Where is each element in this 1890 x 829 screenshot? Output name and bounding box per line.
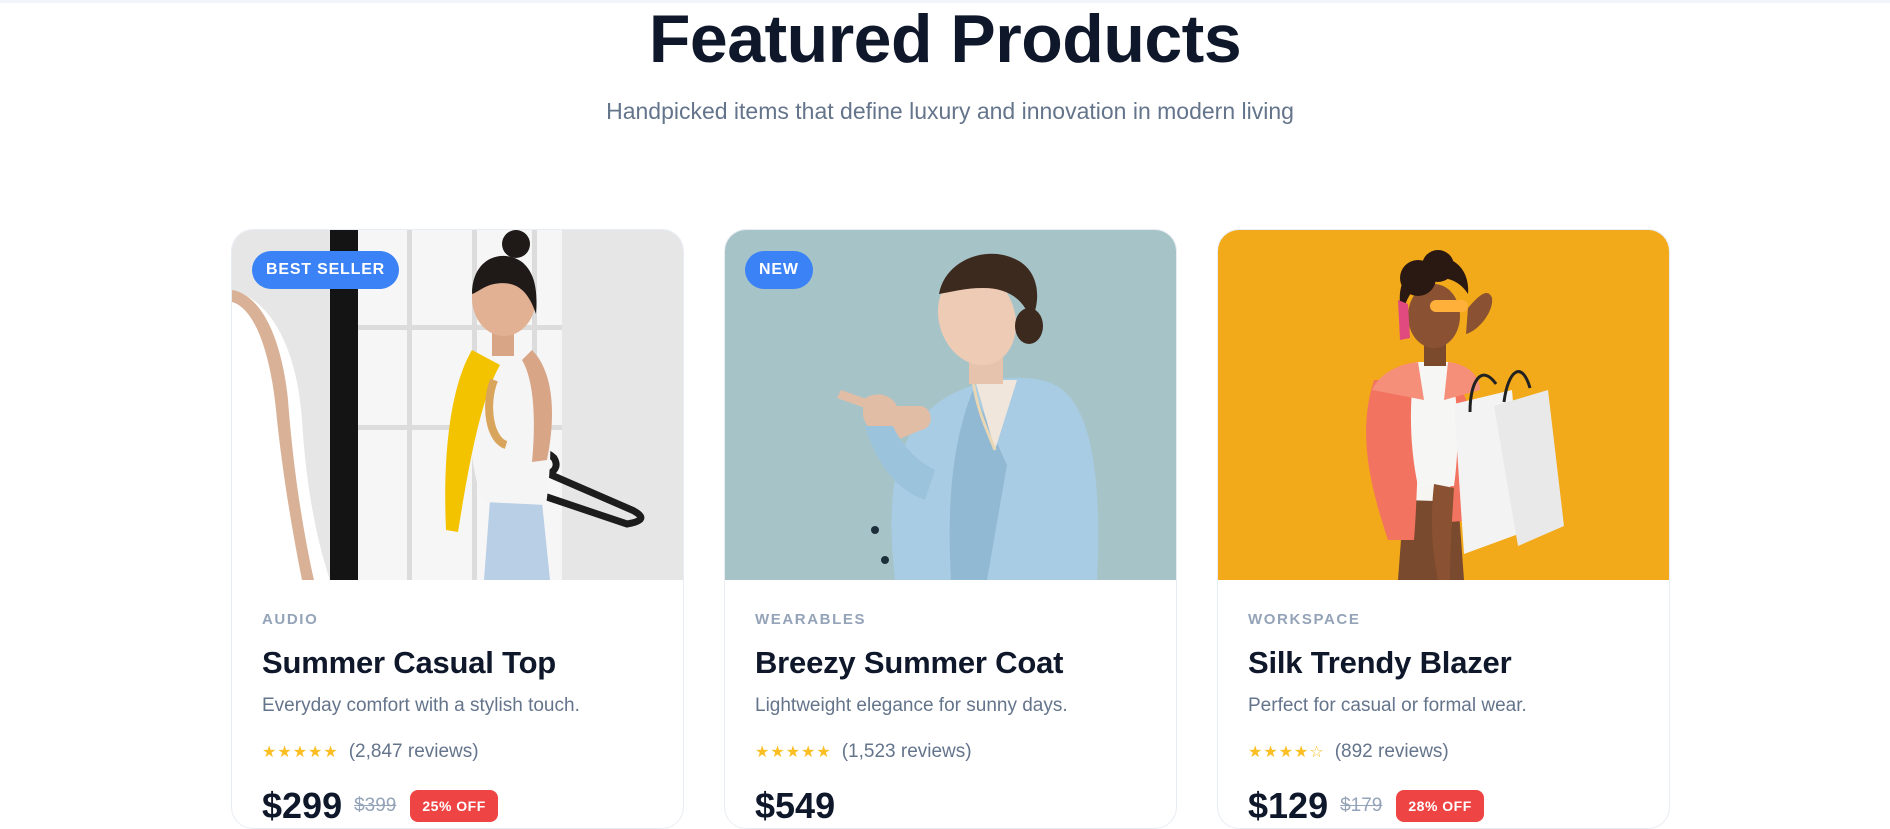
star-rating-icon: ★★★★☆ — [1248, 744, 1325, 761]
product-info: AUDIO Summer Casual Top Everyday comfort… — [262, 610, 653, 826]
discount-badge: 28% OFF — [1396, 790, 1484, 822]
price-row: $549 — [755, 785, 1146, 826]
product-info: WEARABLES Breezy Summer Coat Lightweight… — [755, 610, 1146, 826]
product-rating: ★★★★★ (2,847 reviews) — [262, 740, 653, 764]
star-rating-icon: ★★★★★ — [755, 744, 832, 761]
product-description: Perfect for casual or formal wear. — [1248, 695, 1527, 716]
review-count: (2,847 reviews) — [348, 741, 479, 762]
product-category: WEARABLES — [755, 611, 867, 628]
product-image[interactable]: BEST SELLER — [232, 230, 683, 580]
review-count: (1,523 reviews) — [841, 741, 972, 762]
product-description: Lightweight elegance for sunny days. — [755, 695, 1068, 716]
original-price: $399 — [354, 795, 397, 816]
product-card[interactable]: NEW WEARABLES Breezy Summer Coat Lightwe… — [724, 229, 1177, 829]
price-row: $299 $399 25% OFF — [262, 785, 653, 826]
product-image[interactable]: NEW — [725, 230, 1176, 580]
product-title[interactable]: Breezy Summer Coat — [755, 644, 1146, 682]
product-category: WORKSPACE — [1248, 611, 1361, 628]
product-title[interactable]: Silk Trendy Blazer — [1248, 644, 1639, 682]
current-price: $129 — [1248, 785, 1329, 826]
product-description: Everyday comfort with a stylish touch. — [262, 695, 580, 716]
current-price: $549 — [755, 785, 836, 826]
current-price: $299 — [262, 785, 343, 826]
product-rating: ★★★★☆ (892 reviews) — [1248, 740, 1639, 764]
product-info: WORKSPACE Silk Trendy Blazer Perfect for… — [1248, 610, 1639, 826]
review-count: (892 reviews) — [1334, 741, 1449, 762]
section-subtitle: Handpicked items that define luxury and … — [606, 98, 1294, 124]
woman-shopping-bags-photo — [1218, 230, 1669, 580]
new-badge: NEW — [745, 251, 813, 289]
best-seller-badge: BEST SELLER — [252, 251, 400, 289]
product-card[interactable]: WORKSPACE Silk Trendy Blazer Perfect for… — [1217, 229, 1670, 829]
original-price: $179 — [1340, 795, 1383, 816]
section-title: Featured Products — [648, 1, 1242, 77]
price-row: $129 $179 28% OFF — [1248, 785, 1639, 826]
product-category: AUDIO — [262, 611, 319, 628]
star-rating-icon: ★★★★★ — [262, 744, 339, 761]
product-image[interactable] — [1218, 230, 1669, 580]
product-title[interactable]: Summer Casual Top — [262, 644, 653, 682]
product-rating: ★★★★★ (1,523 reviews) — [755, 740, 1146, 764]
product-card[interactable]: BEST SELLER AUDIO Summer Casual Top Ever… — [231, 229, 684, 829]
discount-badge: 25% OFF — [410, 790, 498, 822]
